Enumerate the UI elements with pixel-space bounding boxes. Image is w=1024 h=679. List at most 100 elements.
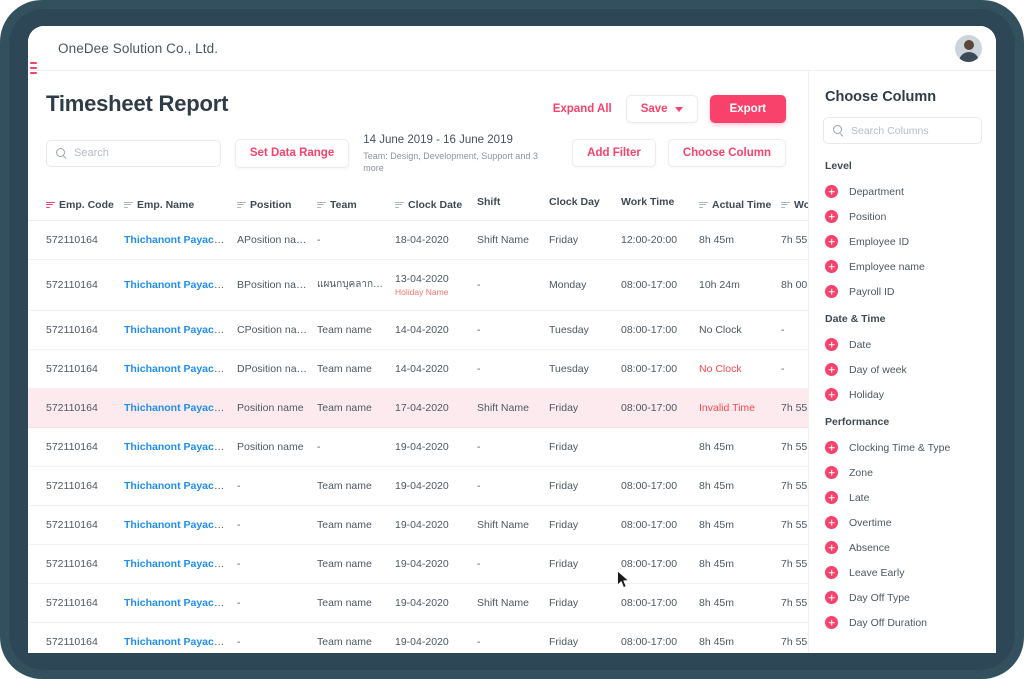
column-header-team[interactable]: Team — [313, 186, 391, 221]
cell-work-hour: 8h 00m — [777, 259, 808, 311]
save-button[interactable]: Save — [625, 95, 698, 123]
column-header-position[interactable]: Position — [233, 186, 313, 221]
plus-circle-icon[interactable] — [825, 591, 838, 604]
table-row[interactable]: 572110164 Thichanont Payachom BPosition na… — [28, 259, 808, 311]
plus-circle-icon[interactable] — [825, 285, 838, 298]
column-header-clock-day[interactable]: Clock Day — [545, 186, 617, 221]
column-option-day-off-type[interactable]: Day Off Type — [809, 585, 996, 610]
plus-circle-icon[interactable] — [825, 491, 838, 504]
actual-time-value: 8h 45m — [699, 596, 735, 609]
table-row[interactable]: 572110164 Thichanont Payachom - Team name 19… — [28, 466, 808, 506]
search-input[interactable] — [74, 147, 211, 160]
timesheet-table-container[interactable]: Emp. Code Emp. Name Position Team Clock Date… — [28, 186, 808, 653]
cell-team: Team name — [313, 466, 391, 506]
table-row[interactable]: 572110164 Thichanont Payachom Position nam… — [28, 427, 808, 467]
column-option-employee-id[interactable]: Employee ID — [809, 229, 996, 254]
table-row[interactable]: 572110164 Thichanont Payachom DPosition na… — [28, 349, 808, 389]
plus-circle-icon[interactable] — [825, 363, 838, 376]
sort-icon[interactable] — [46, 201, 55, 208]
plus-circle-icon[interactable] — [825, 566, 838, 579]
employee-name-link[interactable]: Thichanont Payachom — [124, 480, 233, 492]
search-box[interactable] — [46, 139, 221, 167]
table-row[interactable]: 572110164 Thichanont Payachom APosition na… — [28, 220, 808, 260]
employee-name-link[interactable]: Thichanont Payachom — [124, 558, 233, 570]
cell-emp-code: 572110164 — [28, 388, 120, 428]
sort-icon[interactable] — [124, 201, 133, 208]
employee-name-link[interactable]: Thichanont Payachom — [124, 402, 233, 414]
clock-date-text: 19-04-2020 — [395, 557, 449, 570]
column-option-clocking-time-type[interactable]: Clocking Time & Type — [809, 435, 996, 460]
column-option-employee-name[interactable]: Employee name — [809, 254, 996, 279]
avatar[interactable] — [955, 34, 982, 62]
sort-icon[interactable] — [699, 201, 708, 208]
cell-work-time: 08:00-17:00 — [617, 622, 695, 653]
cell-position: - — [233, 622, 313, 653]
column-header-actual-time[interactable]: Actual Time — [695, 186, 777, 221]
table-row[interactable]: 572110164 Thichanont Payachom CPosition na… — [28, 310, 808, 350]
plus-circle-icon[interactable] — [825, 388, 838, 401]
column-option-overtime[interactable]: Overtime — [809, 510, 996, 535]
cell-clock-day: Monday — [545, 259, 617, 311]
column-option-day-off-duration[interactable]: Day Off Duration — [809, 610, 996, 635]
hamburger-dots-icon[interactable] — [30, 62, 37, 74]
column-header-emp-code[interactable]: Emp. Code — [28, 186, 120, 221]
search-icon — [56, 147, 67, 159]
column-option-leave-early[interactable]: Leave Early — [809, 560, 996, 585]
employee-name-link[interactable]: Thichanont Payachom — [124, 363, 233, 375]
employee-name-link[interactable]: Thichanont Payachom — [124, 597, 233, 609]
sort-icon[interactable] — [317, 201, 326, 208]
plus-circle-icon[interactable] — [825, 260, 838, 273]
table-row[interactable]: 572110164 Thichanont Payachom - Team name 19… — [28, 544, 808, 584]
plus-circle-icon[interactable] — [825, 466, 838, 479]
cell-shift: - — [473, 622, 545, 653]
plus-circle-icon[interactable] — [825, 185, 838, 198]
sort-icon[interactable] — [395, 201, 404, 208]
column-header-label: Work Time — [621, 196, 675, 209]
plus-circle-icon[interactable] — [825, 338, 838, 351]
table-row[interactable]: 572110164 Thichanont Payachom - Team name 19… — [28, 583, 808, 623]
column-option-late[interactable]: Late — [809, 485, 996, 510]
avatar-body — [958, 51, 979, 62]
column-option-holiday[interactable]: Holiday — [809, 382, 996, 407]
column-option-position[interactable]: Position — [809, 204, 996, 229]
employee-name-link[interactable]: Thichanont Payachom — [124, 279, 233, 291]
employee-name-link[interactable]: Thichanont Payachom — [124, 441, 233, 453]
employee-name-link[interactable]: Thichanont Payachom — [124, 234, 233, 246]
timesheet-table: Emp. Code Emp. Name Position Team Clock Date… — [28, 186, 808, 653]
column-header-emp-name[interactable]: Emp. Name — [120, 186, 233, 221]
column-search-box[interactable] — [823, 117, 982, 144]
employee-name-link[interactable]: Thichanont Payachom — [124, 636, 233, 648]
table-row[interactable]: 572110164 Thichanont Payachom - Team name 19… — [28, 505, 808, 545]
table-row[interactable]: 572110164 Thichanont Payachom - Team name 19… — [28, 622, 808, 653]
choose-column-button[interactable]: Choose Column — [667, 139, 786, 168]
column-option-date[interactable]: Date — [809, 332, 996, 357]
column-header-clock-date[interactable]: Clock Date — [391, 186, 473, 221]
sort-icon[interactable] — [237, 201, 246, 208]
plus-circle-icon[interactable] — [825, 616, 838, 629]
plus-circle-icon[interactable] — [825, 441, 838, 454]
column-option-payroll-id[interactable]: Payroll ID — [809, 279, 996, 304]
set-data-range-button[interactable]: Set Data Range — [234, 138, 350, 168]
sort-icon[interactable] — [781, 201, 790, 208]
plus-circle-icon[interactable] — [825, 541, 838, 554]
column-option-zone[interactable]: Zone — [809, 460, 996, 485]
plus-circle-icon[interactable] — [825, 210, 838, 223]
employee-name-link[interactable]: Thichanont Payachom — [124, 324, 233, 336]
column-option-day-of-week[interactable]: Day of week — [809, 357, 996, 382]
column-header-work-h[interactable]: Work H — [777, 186, 808, 221]
export-button[interactable]: Export — [709, 95, 786, 123]
employee-name-link[interactable]: Thichanont Payachom — [124, 519, 233, 531]
column-option-department[interactable]: Department — [809, 179, 996, 204]
expand-all-button[interactable]: Expand All — [551, 97, 614, 121]
cell-position: - — [233, 505, 313, 545]
column-header-work-time[interactable]: Work Time — [617, 186, 695, 221]
plus-circle-icon[interactable] — [825, 235, 838, 248]
column-option-absence[interactable]: Absence — [809, 535, 996, 560]
column-header-shift[interactable]: Shift — [473, 186, 545, 221]
plus-circle-icon[interactable] — [825, 516, 838, 529]
cell-actual-time: Invalid Time — [695, 388, 777, 428]
app-window: OneDee Solution Co., Ltd. Timesheet Repo… — [28, 26, 996, 653]
add-filter-button[interactable]: Add Filter — [572, 139, 656, 168]
column-search-input[interactable] — [851, 124, 972, 137]
table-row[interactable]: 572110164 Thichanont Payachom Position nam… — [28, 388, 808, 428]
